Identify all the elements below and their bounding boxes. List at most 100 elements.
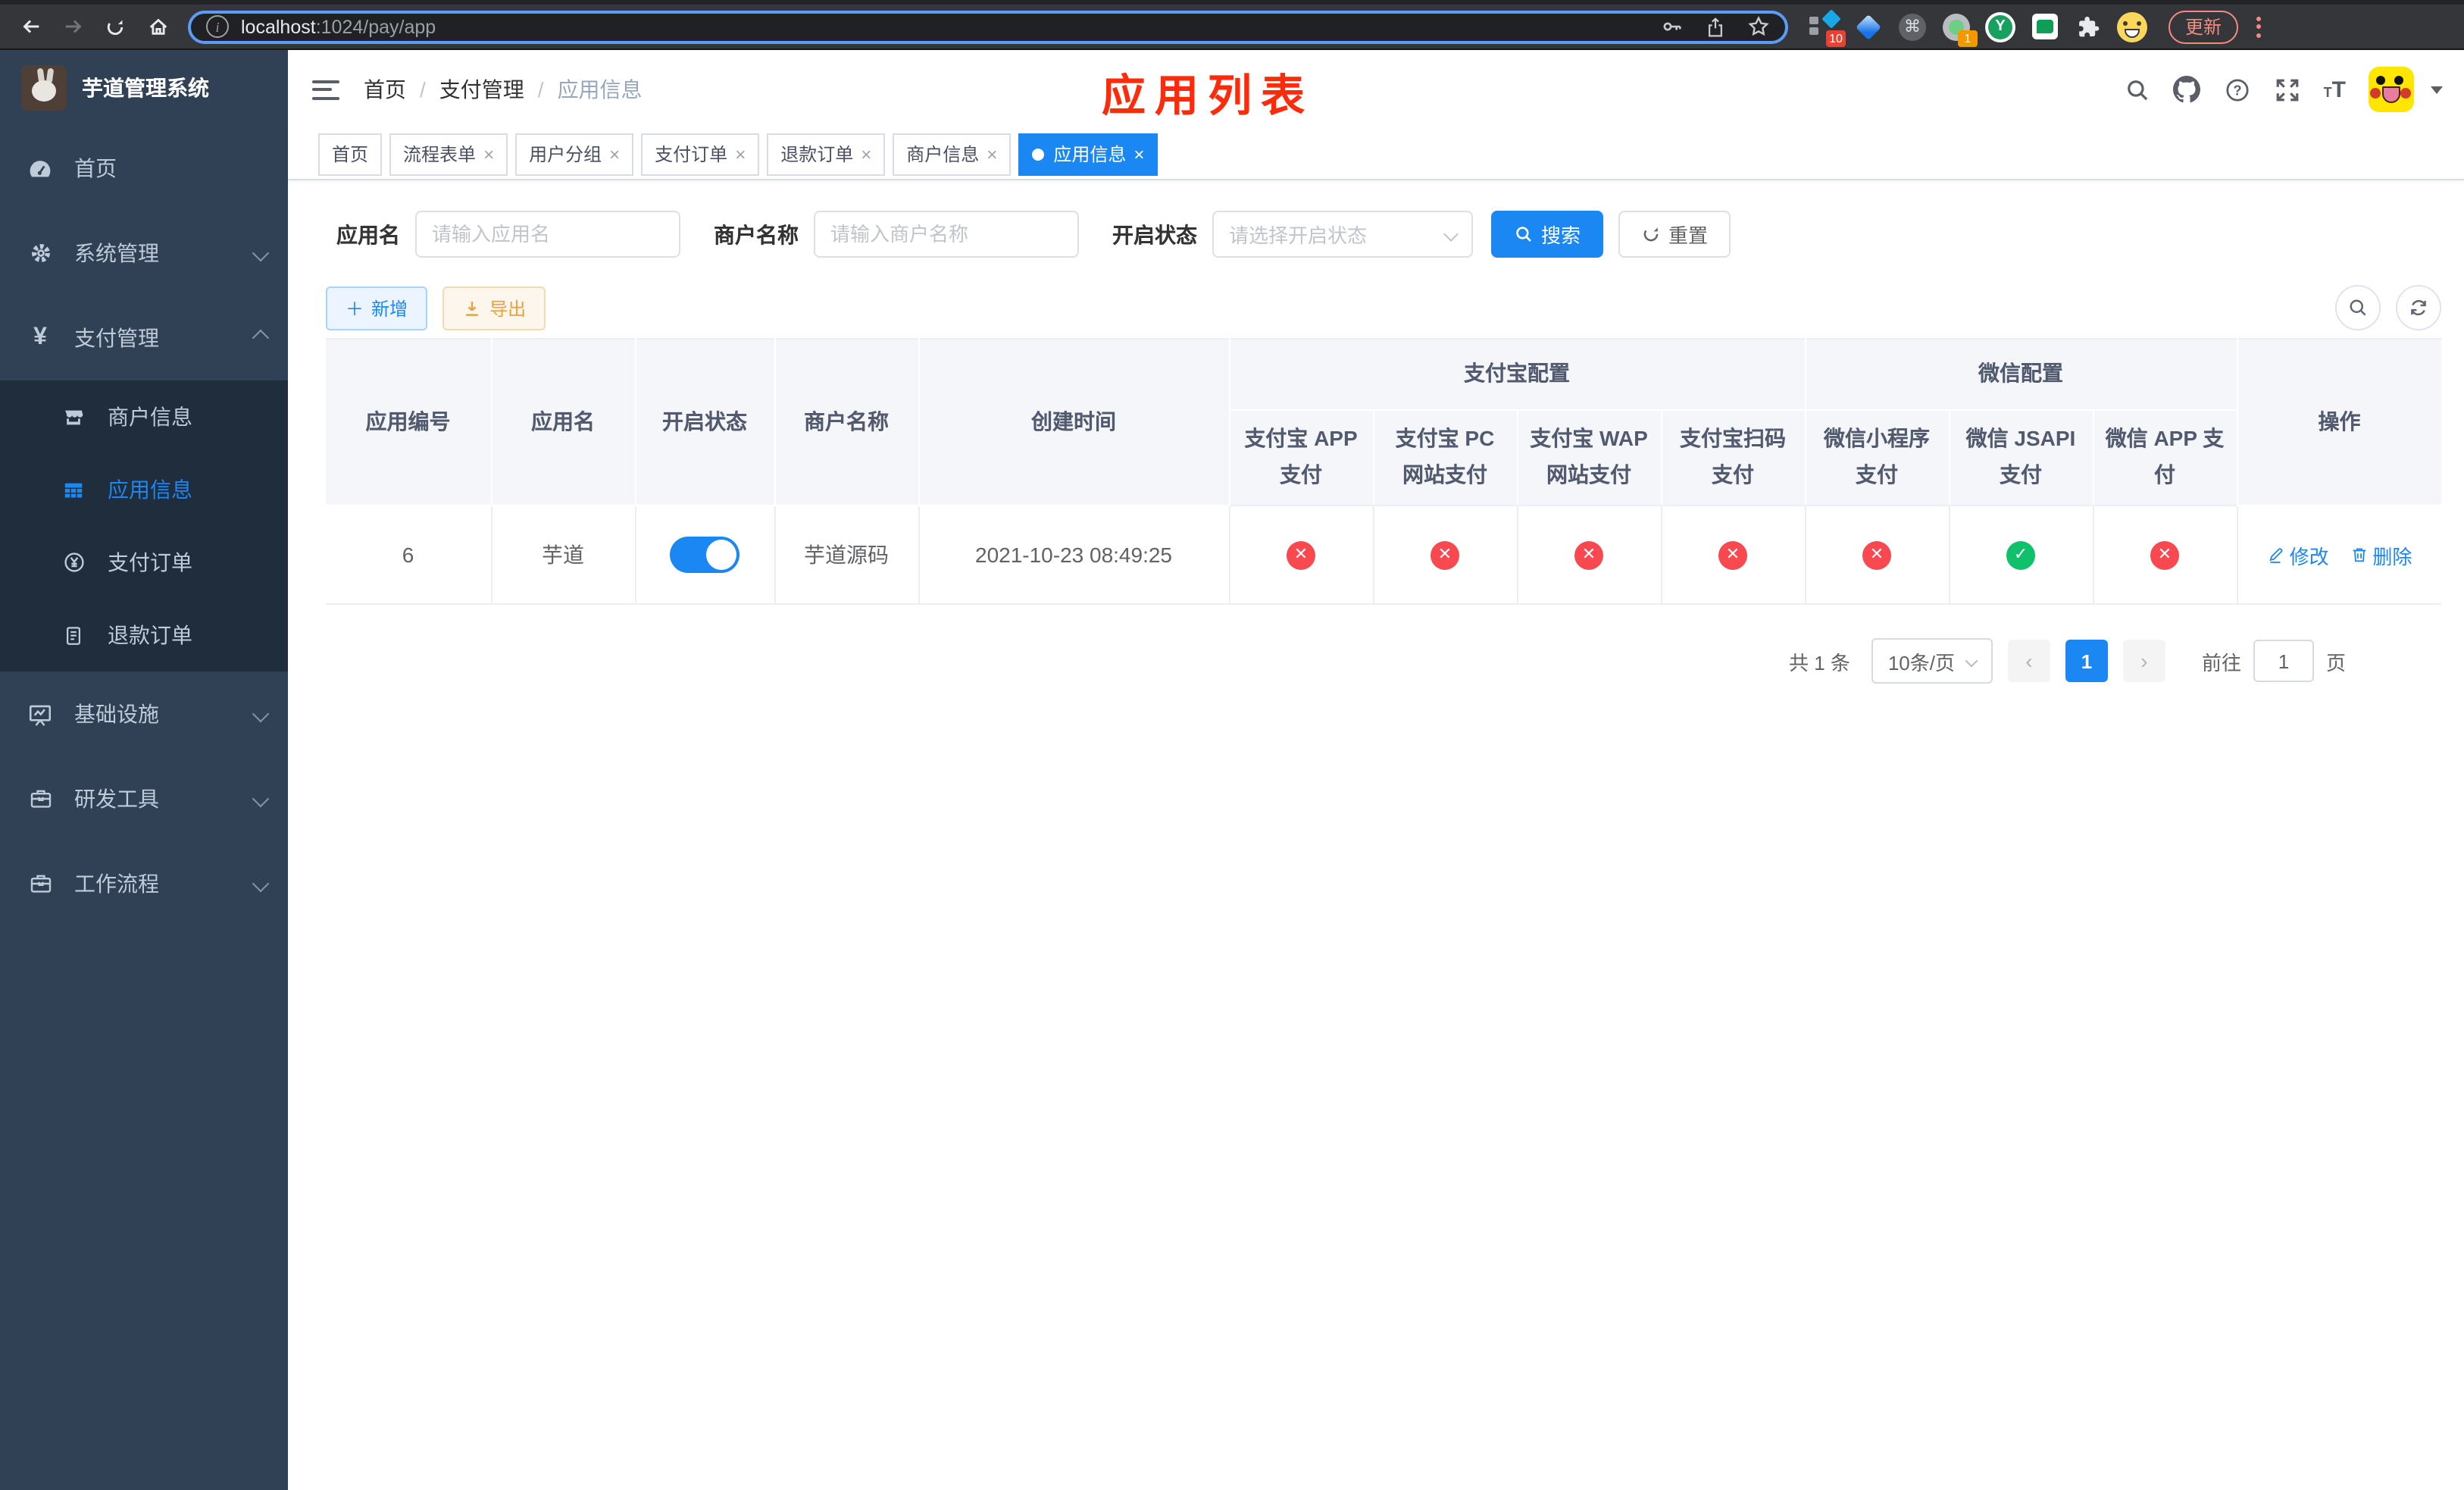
- sidebar-item-home[interactable]: 首页: [0, 126, 288, 211]
- merchant-name-input[interactable]: [814, 211, 1079, 258]
- add-button[interactable]: ＋ 新增: [326, 286, 428, 330]
- reset-button[interactable]: 重置: [1618, 211, 1731, 258]
- refresh-table-button[interactable]: [2396, 285, 2441, 330]
- top-navbar: 首页 / 支付管理 / 应用信息 ? T T: [288, 50, 2464, 129]
- sidebar: 芋道管理系统 首页 系统管理 ¥ 支付管理 商户信息 应用信息 支付订单 退款订…: [0, 50, 288, 1490]
- sidebar-item-pay-order[interactable]: 支付订单: [0, 526, 288, 599]
- profile-avatar-icon[interactable]: [2117, 11, 2147, 42]
- share-icon[interactable]: [1705, 16, 1726, 37]
- chevron-down-icon: [1965, 654, 1978, 668]
- sidebar-toggle-icon[interactable]: [312, 80, 339, 99]
- browser-forward-icon[interactable]: [55, 8, 91, 45]
- close-icon[interactable]: ×: [735, 145, 746, 163]
- close-icon[interactable]: ×: [609, 145, 620, 163]
- tab-process-form[interactable]: 流程表单 ×: [389, 133, 508, 175]
- chat-extension-icon[interactable]: [2029, 11, 2059, 42]
- app-name-input[interactable]: [415, 211, 680, 258]
- sidebar-item-system[interactable]: 系统管理: [0, 211, 288, 296]
- sidebar-item-payment[interactable]: ¥ 支付管理: [0, 296, 288, 380]
- page-unit-label: 页: [2325, 651, 2346, 674]
- sidebar-extension-icon[interactable]: 10: [1809, 8, 1846, 46]
- cell-wechat-jsapi: ✓: [1949, 506, 2093, 605]
- search-button[interactable]: 搜索: [1491, 211, 1604, 258]
- refresh-icon: [1641, 224, 1661, 244]
- fullscreen-icon[interactable]: [2274, 76, 2301, 103]
- password-key-icon[interactable]: [1661, 15, 1684, 38]
- status-select[interactable]: 请选择开启状态: [1212, 211, 1473, 258]
- goto-page-input[interactable]: [2253, 640, 2314, 682]
- cell-wechat-app: ✕: [2093, 506, 2237, 605]
- page-number-button[interactable]: 1: [2065, 640, 2108, 682]
- command-extension-icon[interactable]: ⌘: [1897, 11, 1928, 42]
- col-group-alipay: 支付宝配置: [1229, 338, 1806, 411]
- app-logo[interactable]: 芋道管理系统: [0, 50, 288, 126]
- tags-view-bar: 首页 流程表单 × 用户分组 × 支付订单 × 退款订单 × 商户信息 × 应用信息 ×: [288, 129, 2464, 180]
- tab-merchant-info[interactable]: 商户信息 ×: [893, 133, 1012, 175]
- app-name-label: 应用名: [336, 222, 400, 246]
- tab-app-info[interactable]: 应用信息 ×: [1018, 133, 1159, 175]
- github-icon[interactable]: [2173, 76, 2201, 103]
- app-title: 芋道管理系统: [82, 76, 209, 100]
- table-toolbar: ＋ 新增 导出: [326, 285, 2441, 330]
- y-extension-icon[interactable]: Y: [1985, 11, 2015, 42]
- close-icon[interactable]: ×: [987, 145, 997, 163]
- cell-status: [635, 506, 775, 605]
- browser-home-icon[interactable]: [139, 8, 176, 45]
- cell-alipay-app: ✕: [1229, 506, 1374, 605]
- help-icon[interactable]: ?: [2224, 76, 2251, 103]
- user-menu-caret-icon[interactable]: [2431, 86, 2443, 93]
- enabled-switch[interactable]: [670, 537, 740, 573]
- sidebar-item-merchant-info[interactable]: 商户信息: [0, 380, 288, 453]
- chrome-update-button[interactable]: 更新: [2169, 10, 2239, 43]
- browser-back-icon[interactable]: [12, 8, 48, 45]
- close-icon[interactable]: ×: [1134, 145, 1144, 163]
- goto-label: 前往: [2201, 651, 2241, 674]
- payment-submenu: 商户信息 应用信息 支付订单 退款订单: [0, 380, 288, 671]
- user-avatar[interactable]: [2369, 67, 2414, 112]
- col-wechat-jsapi: 微信 JSAPI 支付: [1949, 410, 2093, 506]
- extensions-puzzle-icon[interactable]: [2073, 11, 2103, 42]
- next-page-button[interactable]: ›: [2122, 640, 2165, 682]
- tab-pay-order[interactable]: 支付订单 ×: [641, 133, 760, 175]
- export-button[interactable]: 导出: [442, 286, 546, 330]
- sidebar-item-label: 研发工具: [74, 787, 159, 811]
- edit-link[interactable]: 修改: [2267, 540, 2329, 569]
- download-icon: [462, 298, 482, 318]
- sidebar-item-infrastructure[interactable]: 基础设施: [0, 671, 288, 756]
- tab-refund-order[interactable]: 退款订单 ×: [767, 133, 886, 175]
- sidebar-item-app-info[interactable]: 应用信息: [0, 453, 288, 526]
- col-app-id: 应用编号: [326, 338, 492, 506]
- close-icon[interactable]: ×: [861, 145, 871, 163]
- close-icon[interactable]: ×: [483, 145, 494, 163]
- address-bar[interactable]: i localhost:1024/pay/app: [188, 10, 1788, 43]
- toggle-search-button[interactable]: [2335, 285, 2381, 330]
- pencil-icon: [2267, 546, 2285, 564]
- breadcrumb-payment[interactable]: 支付管理: [439, 74, 524, 105]
- chrome-menu-icon[interactable]: [2256, 16, 2262, 37]
- wechat-app-status-icon: ✕: [2150, 541, 2179, 570]
- sidebar-item-workflow[interactable]: 工作流程: [0, 841, 288, 926]
- prev-page-button[interactable]: ‹: [2007, 640, 2050, 682]
- breadcrumb-current: 应用信息: [557, 77, 643, 102]
- search-icon[interactable]: [2124, 76, 2151, 103]
- tab-user-group[interactable]: 用户分组 ×: [515, 133, 634, 175]
- shop-icon: [61, 405, 86, 428]
- chevron-down-icon: [252, 790, 270, 808]
- breadcrumb-home[interactable]: 首页: [364, 74, 406, 105]
- sidebar-item-refund-order[interactable]: 退款订单: [0, 599, 288, 671]
- page-size-select[interactable]: 10条/页: [1871, 638, 1993, 684]
- delete-link[interactable]: 删除: [2350, 540, 2412, 569]
- col-group-wechat: 微信配置: [1805, 338, 2237, 411]
- kite-extension-icon[interactable]: [1853, 11, 1884, 42]
- col-alipay-qr: 支付宝扫码支付: [1661, 410, 1806, 506]
- bookmark-star-icon[interactable]: [1747, 15, 1770, 38]
- cell-alipay-wap: ✕: [1517, 506, 1662, 605]
- sidebar-item-dev-tools[interactable]: 研发工具: [0, 756, 288, 841]
- trash-icon: [2350, 546, 2368, 564]
- browser-reload-icon[interactable]: [97, 8, 133, 45]
- col-alipay-app: 支付宝 APP 支付: [1229, 410, 1374, 506]
- recorder-extension-icon[interactable]: 1: [1941, 11, 1978, 46]
- tab-home[interactable]: 首页: [318, 133, 383, 175]
- site-info-icon[interactable]: i: [206, 15, 229, 38]
- font-size-icon[interactable]: TT: [2324, 77, 2346, 102]
